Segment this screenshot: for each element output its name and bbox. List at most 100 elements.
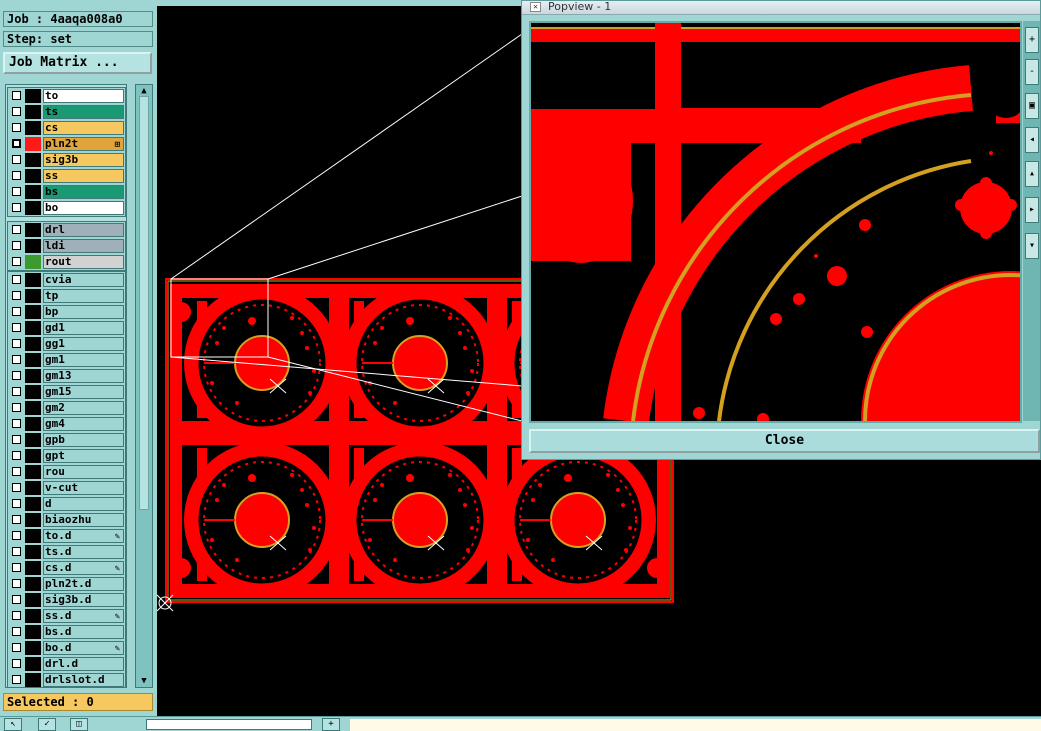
layer-name[interactable]: sig3b	[43, 153, 124, 167]
layer-checkbox[interactable]	[12, 483, 21, 492]
layer-name[interactable]: pln2t ⊞	[43, 137, 124, 151]
layer-color-swatch[interactable]	[25, 673, 41, 687]
layer-checkbox[interactable]	[12, 355, 21, 364]
layer-checkbox[interactable]	[12, 595, 21, 604]
layer-row[interactable]: d	[8, 496, 125, 512]
layer-color-swatch[interactable]	[25, 401, 41, 415]
layer-name[interactable]: d	[43, 497, 124, 511]
layer-color-swatch[interactable]	[25, 577, 41, 591]
layer-color-swatch[interactable]	[25, 385, 41, 399]
layer-checkbox[interactable]	[12, 563, 21, 572]
layer-name[interactable]: rou	[43, 465, 124, 479]
layer-row[interactable]: bo.d ✎	[8, 640, 125, 656]
layer-name[interactable]: biaozhu	[43, 513, 124, 527]
pan-up-icon[interactable]: ▴	[1025, 161, 1039, 187]
layer-row[interactable]: gd1	[8, 320, 125, 336]
scroll-down-arrow-icon[interactable]: ▼	[136, 675, 152, 687]
layer-row[interactable]: cs.d ✎	[8, 560, 125, 576]
layer-row[interactable]: drlslot.d	[8, 672, 125, 687]
pan-right-icon[interactable]: ▸	[1025, 197, 1039, 223]
layer-checkbox[interactable]	[12, 547, 21, 556]
layer-color-swatch[interactable]	[25, 609, 41, 623]
layer-name[interactable]: bs	[43, 185, 124, 199]
layer-row[interactable]: gm4	[8, 416, 125, 432]
layer-name[interactable]: gpb	[43, 433, 124, 447]
layer-name[interactable]: drl	[43, 223, 124, 237]
layer-row[interactable]: sig3b	[8, 152, 125, 168]
layer-checkbox[interactable]	[12, 675, 21, 684]
layer-name[interactable]: rout	[43, 255, 124, 269]
layer-name[interactable]: gg1	[43, 337, 124, 351]
layer-checkbox[interactable]	[12, 275, 21, 284]
layer-checkbox[interactable]	[12, 627, 21, 636]
layer-checkbox[interactable]	[12, 307, 21, 316]
job-matrix-button[interactable]: Job Matrix ...	[3, 52, 152, 74]
command-input[interactable]	[146, 719, 312, 730]
layer-color-swatch[interactable]	[25, 89, 41, 103]
layer-checkbox[interactable]	[12, 403, 21, 412]
layer-checkbox[interactable]	[12, 187, 21, 196]
layer-name[interactable]: pln2t.d	[43, 577, 124, 591]
layer-name[interactable]: drlslot.d	[43, 673, 124, 687]
layer-row[interactable]: gm13	[8, 368, 125, 384]
layer-color-swatch[interactable]	[25, 353, 41, 367]
layer-color-swatch[interactable]	[25, 449, 41, 463]
layer-color-swatch[interactable]	[25, 497, 41, 511]
layer-name[interactable]: sig3b.d	[43, 593, 124, 607]
layer-row[interactable]: gpb	[8, 432, 125, 448]
layer-color-swatch[interactable]	[25, 481, 41, 495]
layer-color-swatch[interactable]	[25, 641, 41, 655]
layer-name[interactable]: cs	[43, 121, 124, 135]
layer-checkbox[interactable]	[12, 515, 21, 524]
layer-name[interactable]: gm4	[43, 417, 124, 431]
layer-color-swatch[interactable]	[25, 337, 41, 351]
layer-color-swatch[interactable]	[25, 529, 41, 543]
layer-checkbox[interactable]	[12, 387, 21, 396]
layer-checkbox[interactable]	[12, 203, 21, 212]
layer-row[interactable]: cs	[8, 120, 125, 136]
cursor-tool-icon[interactable]: ↖	[4, 718, 22, 731]
layer-color-swatch[interactable]	[25, 239, 41, 253]
layer-color-swatch[interactable]	[25, 593, 41, 607]
layer-color-swatch[interactable]	[25, 433, 41, 447]
layer-name[interactable]: to.d ✎	[43, 529, 124, 543]
layer-row[interactable]: drl	[8, 222, 125, 238]
layer-row[interactable]: gm2	[8, 400, 125, 416]
layer-color-swatch[interactable]	[25, 105, 41, 119]
layer-checkbox[interactable]	[12, 323, 21, 332]
layer-color-swatch[interactable]	[25, 201, 41, 215]
layer-checkbox[interactable]	[12, 171, 21, 180]
layer-checkbox[interactable]	[12, 339, 21, 348]
layer-name[interactable]: gm15	[43, 385, 124, 399]
layer-row[interactable]: drl.d	[8, 656, 125, 672]
layer-color-swatch[interactable]	[25, 321, 41, 335]
layer-name[interactable]: ts	[43, 105, 124, 119]
popview-titlebar[interactable]: ✕ Popview - 1	[522, 0, 1040, 15]
layer-name[interactable]: gd1	[43, 321, 124, 335]
layer-row[interactable]: bs.d	[8, 624, 125, 640]
layer-row[interactable]: biaozhu	[8, 512, 125, 528]
layer-checkbox[interactable]	[12, 419, 21, 428]
layer-color-swatch[interactable]	[25, 121, 41, 135]
layer-color-swatch[interactable]	[25, 273, 41, 287]
layer-name[interactable]: ss	[43, 169, 124, 183]
layer-row[interactable]: v-cut	[8, 480, 125, 496]
layer-row[interactable]: gm15	[8, 384, 125, 400]
layer-checkbox[interactable]	[12, 643, 21, 652]
layer-name[interactable]: cvia	[43, 273, 124, 287]
scrollbar-thumb[interactable]	[139, 96, 149, 510]
layer-checkbox[interactable]	[12, 467, 21, 476]
layer-color-swatch[interactable]	[25, 561, 41, 575]
layer-checkbox[interactable]	[12, 371, 21, 380]
layer-checkbox[interactable]	[12, 257, 21, 266]
popview-zoom-view[interactable]	[529, 21, 1022, 423]
layer-name[interactable]: gm2	[43, 401, 124, 415]
layer-name[interactable]: to	[43, 89, 124, 103]
layer-name[interactable]: ts.d	[43, 545, 124, 559]
layer-name[interactable]: tp	[43, 289, 124, 303]
layer-checkbox[interactable]	[12, 531, 21, 540]
layer-checkbox[interactable]	[12, 155, 21, 164]
layer-color-swatch[interactable]	[25, 153, 41, 167]
layer-name[interactable]: v-cut	[43, 481, 124, 495]
layer-color-swatch[interactable]	[25, 305, 41, 319]
